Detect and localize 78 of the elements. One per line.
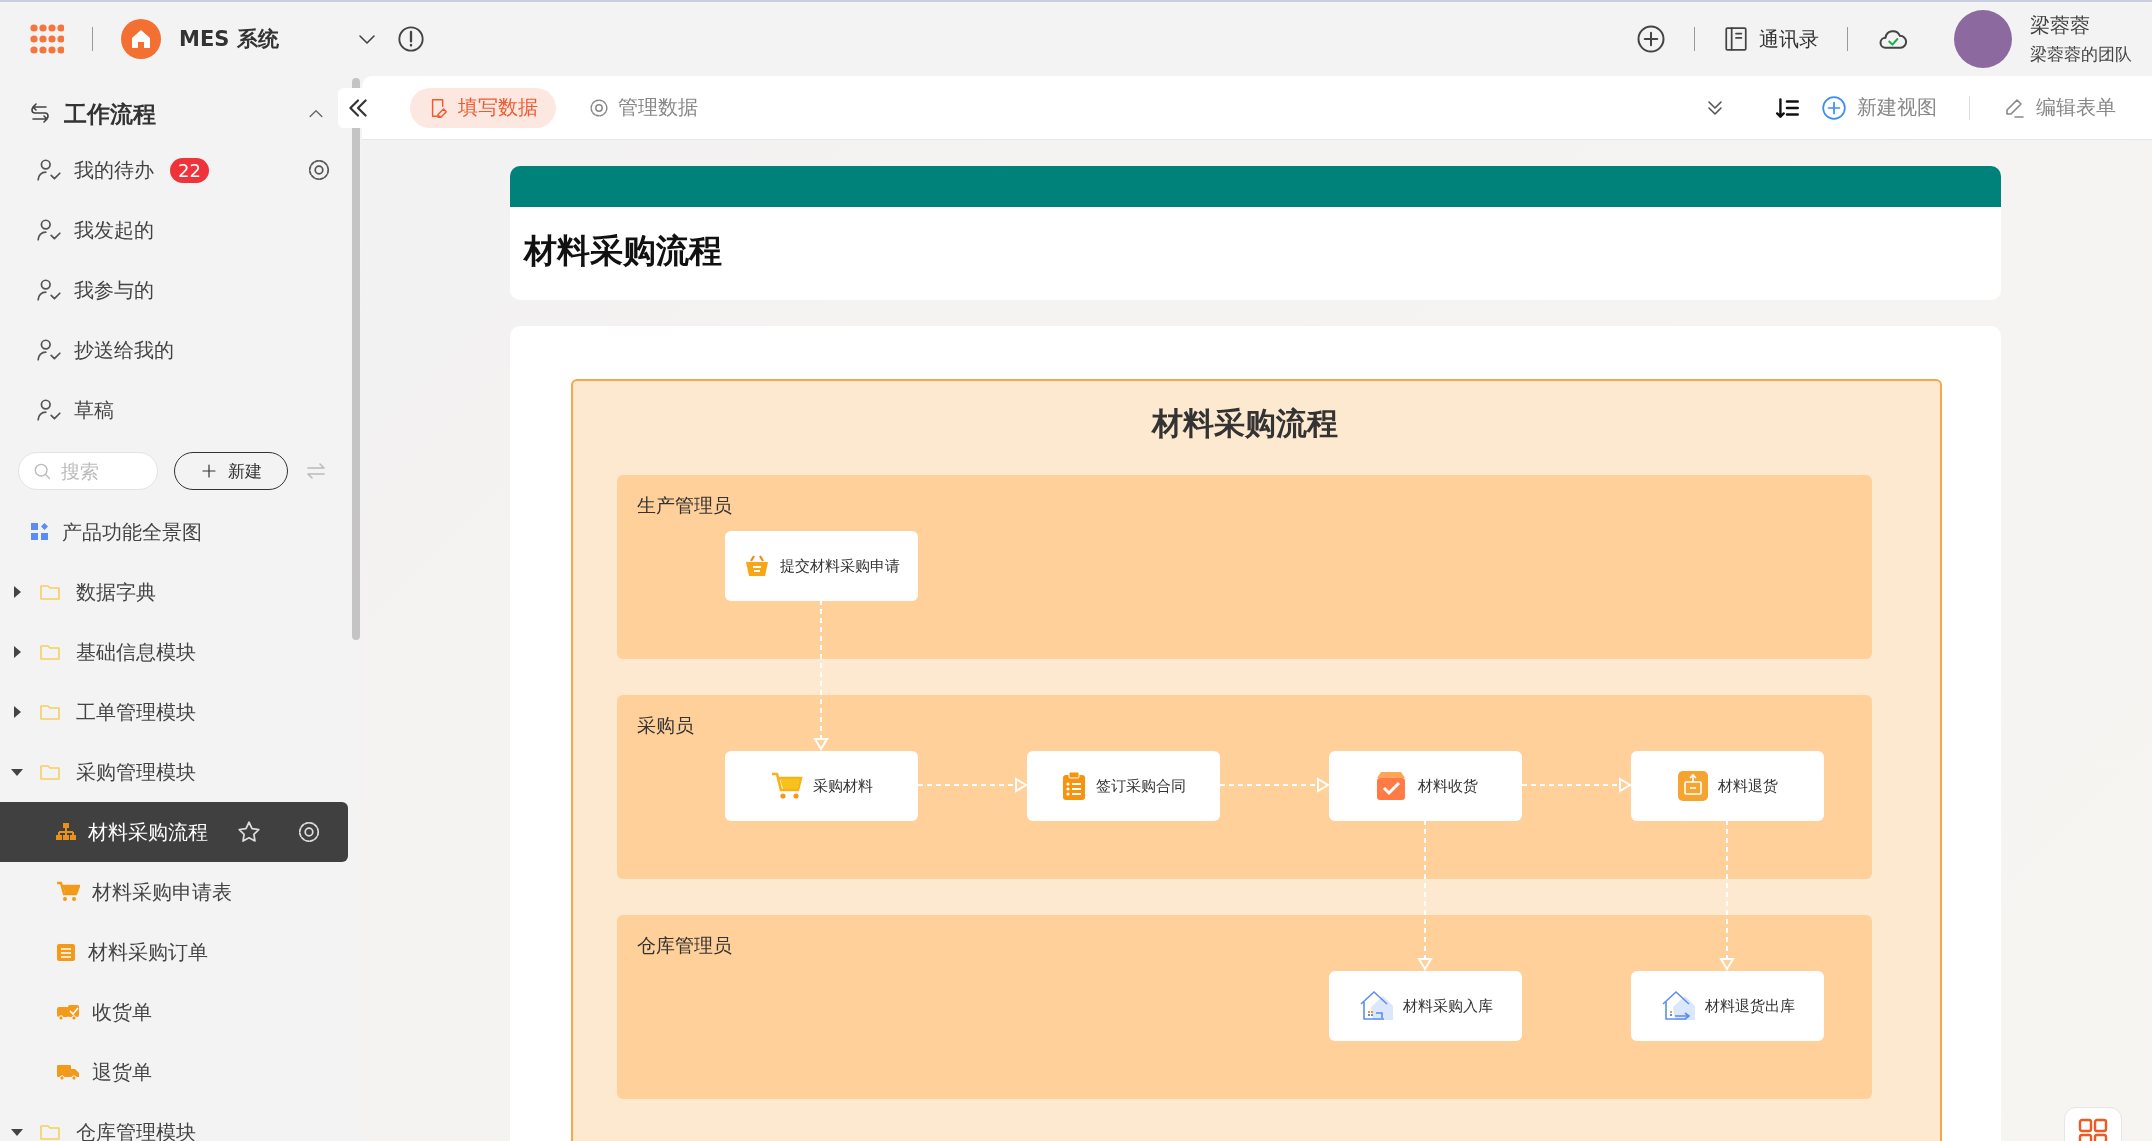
section-title: 工作流程	[64, 99, 157, 129]
nav-item[interactable]: 我的待办 22	[0, 140, 352, 200]
node-label: 材料退货出库	[1704, 996, 1795, 1016]
nav-item[interactable]: 草稿	[0, 380, 352, 440]
truck-icon	[56, 1002, 80, 1022]
truck-icon	[56, 1062, 80, 1082]
flow-node[interactable]: 签订采购合同	[1027, 751, 1220, 821]
person-check-icon	[36, 217, 62, 243]
nav-label: 我参与的	[74, 276, 154, 304]
avatar[interactable]	[1954, 10, 2012, 68]
tree-item[interactable]: 产品功能全景图	[0, 502, 348, 562]
settings-icon	[306, 157, 332, 183]
folder-item[interactable]: 仓库管理模块	[0, 1102, 348, 1141]
node-label: 提交材料采购申请	[779, 556, 900, 576]
node-label: 材料采购入库	[1402, 996, 1493, 1016]
house-icon	[1358, 989, 1393, 1023]
app-name: MES 系统	[179, 26, 279, 53]
tree-item[interactable]: 材料采购流程	[0, 802, 348, 862]
tree-item[interactable]: 收货单	[0, 982, 348, 1042]
new-view-button[interactable]: 新建视图	[1815, 94, 1943, 121]
settings-icon	[296, 819, 322, 845]
node-label: 采购材料	[812, 776, 873, 796]
folder-item[interactable]: 数据字典	[0, 562, 348, 622]
lane-label: 采购员	[637, 713, 695, 737]
edit-form-button[interactable]: 编辑表单	[1996, 94, 2122, 121]
search-icon	[32, 461, 52, 481]
flow-node[interactable]: 提交材料采购申请	[725, 531, 918, 601]
folder-item[interactable]: 采购管理模块	[0, 742, 348, 802]
flow-node[interactable]: 材料收货	[1329, 751, 1522, 821]
nav-item[interactable]: 我发起的	[0, 200, 352, 260]
hierarchy-icon	[56, 822, 76, 842]
folder-item[interactable]: 基础信息模块	[0, 622, 348, 682]
house-icon	[1660, 989, 1695, 1023]
cart-icon	[56, 881, 80, 903]
return-box-icon	[1677, 771, 1708, 801]
tree-item[interactable]: 材料采购订单	[0, 922, 348, 982]
basket-icon	[743, 553, 770, 579]
nav-label: 抄送给我的	[74, 336, 174, 364]
add-icon	[1821, 94, 1847, 121]
lane-label: 仓库管理员	[637, 933, 733, 957]
team-name: 梁蓉蓉的团队	[2030, 43, 2132, 66]
home-logo-icon	[121, 19, 161, 59]
diagram-title: 材料采购流程	[1150, 404, 1339, 443]
node-label: 材料退货	[1717, 776, 1778, 796]
grid-icon	[30, 522, 50, 542]
star-icon	[236, 819, 262, 845]
node-label: 签订采购合同	[1095, 776, 1186, 796]
tree-item[interactable]: 材料采购申请表	[0, 862, 348, 922]
form-title: 材料采购流程	[522, 230, 723, 272]
count-badge: 22	[170, 157, 209, 183]
tree-item[interactable]: 退货单	[0, 1042, 348, 1102]
book-icon	[1723, 25, 1749, 53]
add-icon[interactable]	[1636, 24, 1666, 54]
grid-icon	[2078, 1118, 2108, 1141]
clipboard-icon	[1061, 771, 1086, 801]
search-field[interactable]: 搜索	[18, 452, 158, 490]
flow-node[interactable]: 采购材料	[725, 751, 918, 821]
node-label: 材料收货	[1417, 776, 1478, 796]
nav-item[interactable]: 抄送给我的	[0, 320, 352, 380]
nav-item[interactable]: 我参与的	[0, 260, 352, 320]
nav-label: 草稿	[74, 396, 114, 424]
plus-icon	[200, 462, 218, 480]
tab[interactable]: 管理数据	[570, 87, 716, 128]
contacts-link[interactable]: 通讯录	[1723, 25, 1819, 53]
list-icon	[56, 942, 76, 962]
flow-node[interactable]: 材料退货出库	[1631, 971, 1824, 1041]
scrollbar-thumb[interactable]	[352, 78, 360, 640]
user-name: 梁蓉蓉	[2030, 12, 2091, 39]
flow-node[interactable]: 材料退货	[1631, 751, 1824, 821]
switch-icon	[28, 102, 52, 126]
apps-icon[interactable]	[30, 24, 64, 54]
cart-icon	[770, 771, 803, 801]
info-icon[interactable]	[396, 25, 425, 53]
lane-label: 生产管理员	[637, 493, 733, 517]
nav-label: 我的待办	[74, 156, 154, 184]
folder-item[interactable]: 工单管理模块	[0, 682, 348, 742]
nav-label: 我发起的	[74, 216, 154, 244]
flow-node[interactable]: 材料采购入库	[1329, 971, 1522, 1041]
